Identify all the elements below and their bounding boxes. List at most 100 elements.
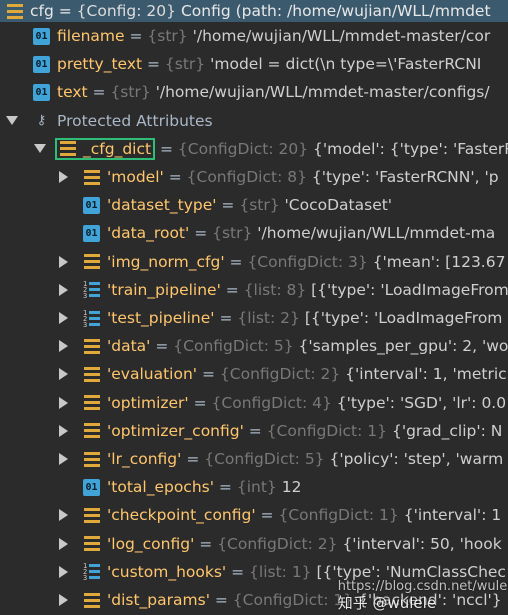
config-entry-row[interactable]: 'evaluation' = {ConfigDict: 2} {'interva… <box>0 360 508 388</box>
expand-arrow-icon[interactable] <box>56 340 70 353</box>
expand-arrow-icon[interactable] <box>56 509 70 522</box>
zhihu-watermark: 知乎 @wulele <box>337 594 437 612</box>
entry-type: {ConfigDict: 2} <box>219 365 341 384</box>
cfg-dict-value: {'model': {'type': 'FasterR <box>313 139 508 158</box>
root-variable-row[interactable]: cfg = {Config: 20} Config (path: /home/w… <box>0 0 508 22</box>
protected-attributes-row[interactable]: ⚷ Protected Attributes <box>0 107 508 135</box>
entry-type: {str} <box>239 196 280 215</box>
entry-key: 'data_root' <box>107 224 190 243</box>
str-icon: 01 <box>33 55 50 73</box>
entry-key: 'custom_hooks' <box>107 562 227 581</box>
entry-value: {'samples_per_gpu': 2, 'wo <box>298 337 508 356</box>
entry-type: {ConfigDict: 8} <box>186 168 307 186</box>
config-entry-row[interactable]: 01 'dataset_type' = {str} 'CocoDataset' <box>0 191 508 219</box>
equals-sign: = <box>150 337 174 356</box>
list-icon: 1 2 3 <box>83 281 100 300</box>
config-entry-row[interactable]: 'log_config' = {ConfigDict: 2} {'interva… <box>0 530 508 558</box>
entry-type: {list: 1} <box>249 562 312 581</box>
entry-key: 'dist_params' <box>107 591 210 609</box>
entry-type: {ConfigDict: 1} <box>266 421 388 440</box>
expand-arrow-icon[interactable] <box>56 312 70 324</box>
config-entry-row[interactable]: 'optimizer' = {ConfigDict: 4} {'type': '… <box>0 389 508 417</box>
entry-key: 'data' <box>107 337 151 356</box>
config-entry-row[interactable]: 1 2 3 'train_pipeline' = {list: 8} [{'typ… <box>0 276 508 304</box>
expand-arrow-icon[interactable] <box>56 565 70 578</box>
config-entry-row[interactable]: 1 2 3 'test_pipeline' = {list: 2} [{'type… <box>0 304 508 332</box>
equals-sign: = <box>194 534 218 553</box>
entry-key: 'lr_config' <box>107 450 182 468</box>
expand-arrow-icon[interactable] <box>56 171 70 183</box>
entry-type: {ConfigDict: 1} <box>232 591 354 609</box>
entry-type: {ConfigDict: 4} <box>211 393 332 412</box>
dict-icon <box>83 535 100 552</box>
entry-value: {'interval': 1 <box>403 506 502 525</box>
root-type: {Config: 20} <box>76 2 176 20</box>
attribute-type: {str} <box>110 83 151 102</box>
entry-value: {'policy': 'step', 'warm <box>329 450 504 468</box>
entry-type: {list: 8} <box>243 280 307 299</box>
equals-sign: = <box>155 139 178 158</box>
list-icon: 1 2 3 <box>83 309 100 328</box>
equals-sign: = <box>197 365 220 384</box>
equals-sign: = <box>214 478 237 497</box>
entry-key: 'checkpoint_config' <box>107 506 256 525</box>
entry-key: 'dataset_type' <box>107 196 217 215</box>
entry-type: {ConfigDict: 2} <box>217 534 338 553</box>
expand-arrow-icon[interactable] <box>56 424 70 437</box>
expand-arrow-icon[interactable] <box>56 368 70 381</box>
expand-arrow-icon[interactable] <box>56 283 70 296</box>
equals-sign: = <box>188 393 212 412</box>
dict-icon <box>83 394 100 411</box>
dict-icon <box>83 169 100 186</box>
expand-arrow-icon[interactable] <box>56 537 70 550</box>
entry-key: 'total_epochs' <box>107 478 214 497</box>
collapse-arrow-icon[interactable] <box>5 116 19 126</box>
entry-value: {'interval': 1, 'metric <box>345 365 507 384</box>
entry-value: 'CocoDataset' <box>284 196 393 215</box>
equals-sign: = <box>124 27 148 45</box>
watermark: https://blog.csdn.net/wulele 知乎 @wulele <box>337 574 508 613</box>
config-entry-row[interactable]: 01 'total_epochs' = {int} 12 <box>0 473 508 501</box>
str-icon: 01 <box>83 478 100 496</box>
entry-type: {ConfigDict: 1} <box>278 506 399 525</box>
cfg-dict-type: {ConfigDict: 20} <box>177 139 309 158</box>
expand-arrow-icon[interactable] <box>56 453 70 465</box>
entry-value: {'grad_clip': N <box>391 421 503 440</box>
expand-arrow-icon[interactable] <box>56 594 70 606</box>
entry-value: {'type': 'FasterRCNN', 'p <box>311 168 499 186</box>
equals-sign: = <box>53 2 77 20</box>
config-entry-row[interactable]: 01 'data_root' = {str} '/home/wujian/WLL/… <box>0 219 508 247</box>
config-entry-row[interactable]: 'data' = {ConfigDict: 5} {'samples_per_g… <box>0 332 508 360</box>
dict-icon <box>83 451 100 468</box>
config-entry-row[interactable]: 'img_norm_cfg' = {ConfigDict: 3} {'mean'… <box>0 248 508 276</box>
root-value: Config (path: /home/wujian/WLL/mmdet <box>180 2 491 20</box>
equals-sign: = <box>142 55 165 74</box>
cfg-dict-row[interactable]: _cfg_dict = {ConfigDict: 20} {'model': {… <box>0 135 508 163</box>
list-icon: 1 2 3 <box>83 563 100 582</box>
cfg-dict-name: _cfg_dict <box>83 139 152 158</box>
attribute-value: '/home/wujian/WLL/mmdet-master/configs/ <box>155 83 490 102</box>
entry-key: 'optimizer' <box>107 393 189 412</box>
entry-key: 'test_pipeline' <box>107 309 215 327</box>
equals-sign: = <box>226 562 250 581</box>
collapse-arrow-icon[interactable] <box>33 144 47 154</box>
str-icon: 01 <box>33 27 50 45</box>
entry-type: {ConfigDict: 5} <box>173 337 294 356</box>
str-icon: 01 <box>83 224 100 242</box>
expand-arrow-icon[interactable] <box>56 255 70 268</box>
config-entry-row[interactable]: 'optimizer_config' = {ConfigDict: 1} {'g… <box>0 417 508 445</box>
entry-key: 'train_pipeline' <box>107 280 221 299</box>
config-entry-row[interactable]: 'checkpoint_config' = {ConfigDict: 1} {'… <box>0 501 508 529</box>
attribute-row[interactable]: 01 text = {str} '/home/wujian/WLL/mmdet-m… <box>0 78 508 106</box>
entry-type: {int} <box>236 478 277 497</box>
dict-icon <box>83 422 100 439</box>
entry-key: 'model' <box>107 168 164 186</box>
attribute-name: text <box>57 83 88 102</box>
config-entry-row[interactable]: 'model' = {ConfigDict: 8} {'type': 'Fast… <box>0 163 508 191</box>
expand-arrow-icon[interactable] <box>56 396 70 409</box>
config-entry-row[interactable]: 'lr_config' = {ConfigDict: 5} {'policy':… <box>0 445 508 473</box>
attribute-row[interactable]: 01 pretty_text = {str} 'model = dict(\n t… <box>0 50 508 78</box>
entry-type: {str} <box>212 224 253 243</box>
attribute-row[interactable]: 01 filename = {str} '/home/wujian/WLL/mmd… <box>0 22 508 50</box>
root-name: cfg <box>30 2 54 20</box>
